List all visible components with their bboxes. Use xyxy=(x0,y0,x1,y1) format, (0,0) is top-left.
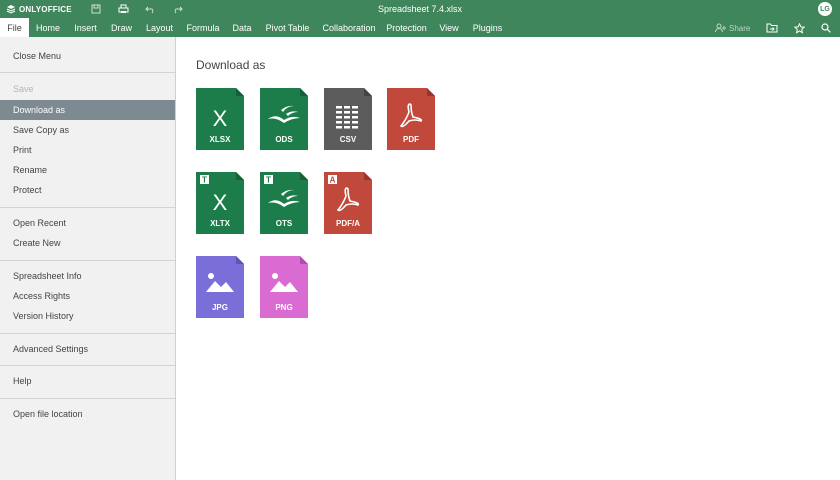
tab-pivot-table[interactable]: Pivot Table xyxy=(262,18,313,37)
share-button[interactable]: Share xyxy=(715,21,750,35)
tab-collaboration[interactable]: Collaboration xyxy=(320,18,378,37)
tab-home[interactable]: Home xyxy=(33,18,63,37)
format-jpg-button[interactable]: JPG xyxy=(196,256,244,318)
menu-close-menu[interactable]: Close Menu xyxy=(0,46,175,66)
menu-print[interactable]: Print xyxy=(0,140,175,160)
format-pdf-button[interactable]: PDF xyxy=(387,88,435,150)
menu-advanced-settings[interactable]: Advanced Settings xyxy=(0,339,175,359)
search-button[interactable] xyxy=(821,21,831,35)
format-xltx-button[interactable]: T X XLTX xyxy=(196,172,244,234)
menu-separator xyxy=(0,260,175,261)
menu-access-rights[interactable]: Access Rights xyxy=(0,286,175,306)
format-label: PNG xyxy=(275,303,293,312)
folder-icon xyxy=(766,23,778,33)
svg-text:T: T xyxy=(266,176,271,185)
menu-save: Save xyxy=(13,84,34,94)
format-label: PDF/A xyxy=(336,219,360,228)
open-location-button[interactable] xyxy=(766,21,778,35)
tab-view[interactable]: View xyxy=(436,18,462,37)
tab-file[interactable]: File xyxy=(0,18,29,37)
search-icon xyxy=(821,23,831,33)
menu-separator xyxy=(0,365,175,366)
format-label: PDF xyxy=(403,135,419,144)
menu-create-new[interactable]: Create New xyxy=(0,233,175,253)
tab-insert[interactable]: Insert xyxy=(71,18,100,37)
menu-save-copy-as[interactable]: Save Copy as xyxy=(0,120,175,140)
menu-open-recent[interactable]: Open Recent xyxy=(0,213,175,233)
menu-version-history[interactable]: Version History xyxy=(0,306,175,326)
title-bar: ONLYOFFICE Spreadsheet 7.4.xlsx LG xyxy=(0,0,840,18)
format-label: XLTX xyxy=(210,219,230,228)
ribbon-tabs: File Home Insert Draw Layout Formula Dat… xyxy=(0,18,840,37)
format-label: ODS xyxy=(275,135,293,144)
tab-data[interactable]: Data xyxy=(230,18,254,37)
menu-separator xyxy=(0,207,175,208)
tab-formula[interactable]: Formula xyxy=(184,18,222,37)
menu-separator xyxy=(0,398,175,399)
favorite-button[interactable] xyxy=(794,21,805,35)
format-png-button[interactable]: PNG xyxy=(260,256,308,318)
menu-separator xyxy=(0,72,175,73)
svg-text:X: X xyxy=(213,106,228,131)
format-ods-button[interactable]: ODS xyxy=(260,88,308,150)
tab-plugins[interactable]: Plugins xyxy=(469,18,506,37)
format-label: OTS xyxy=(275,219,293,228)
menu-download-as[interactable]: Download as xyxy=(0,100,175,120)
menu-rename[interactable]: Rename xyxy=(0,160,175,180)
file-menu-panel: Close Menu Save Download as Save Copy as… xyxy=(0,37,176,480)
menu-help[interactable]: Help xyxy=(0,371,175,391)
download-as-panel: Download as X XLSX ODS CSV PDF T X XLTX … xyxy=(176,37,840,480)
format-csv-button[interactable]: CSV xyxy=(324,88,372,150)
format-label: JPG xyxy=(211,303,228,312)
svg-text:A: A xyxy=(330,176,336,185)
format-pdfa-button[interactable]: A PDF/A xyxy=(324,172,372,234)
tab-protection[interactable]: Protection xyxy=(385,18,428,37)
format-ots-button[interactable]: T OTS xyxy=(260,172,308,234)
star-icon xyxy=(794,22,805,34)
panel-heading: Download as xyxy=(196,58,266,72)
menu-spreadsheet-info[interactable]: Spreadsheet Info xyxy=(0,266,175,286)
format-xlsx-button[interactable]: X XLSX xyxy=(196,88,244,150)
menu-protect[interactable]: Protect xyxy=(0,180,175,200)
svg-text:T: T xyxy=(202,176,207,185)
menu-open-file-location[interactable]: Open file location xyxy=(0,404,175,424)
format-label: CSV xyxy=(339,135,357,144)
share-label: Share xyxy=(729,23,751,33)
add-user-icon xyxy=(715,23,726,33)
document-title: Spreadsheet 7.4.xlsx xyxy=(377,4,463,14)
user-avatar[interactable]: LG xyxy=(818,2,832,16)
tab-layout[interactable]: Layout xyxy=(143,18,176,37)
tab-draw[interactable]: Draw xyxy=(108,18,135,37)
svg-text:X: X xyxy=(213,190,228,215)
format-label: XLSX xyxy=(209,135,231,144)
menu-separator xyxy=(0,333,175,334)
